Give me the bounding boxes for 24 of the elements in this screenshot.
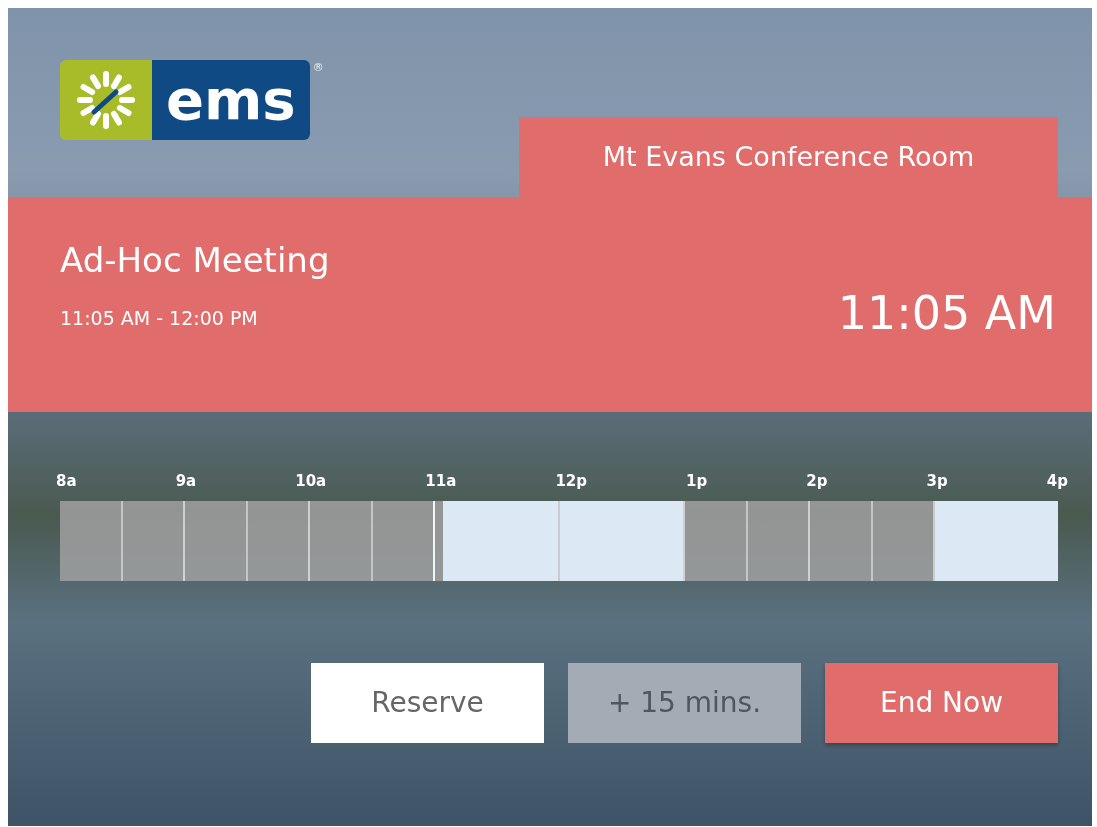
logo-sunburst-icon [60,60,152,140]
hour-label: 4p [1046,471,1068,492]
booked-slot[interactable] [808,500,933,581]
booked-slot[interactable] [683,500,808,581]
hour-label: 1p [686,471,708,492]
hour-label: 12p [555,471,587,492]
available-slot[interactable] [558,500,683,581]
booked-slot[interactable] [183,500,308,581]
action-button[interactable]: Reserve [311,662,544,743]
hour-label: 10a [295,471,327,492]
logo-wordmark: ems [152,60,310,140]
booked-slot[interactable] [308,500,433,581]
hour-label: 3p [926,471,948,492]
action-button[interactable]: End Now [825,662,1058,743]
meeting-title: Ad-Hoc Meeting [60,239,330,282]
hour-label: 9a [175,471,197,492]
registered-mark: ® [312,60,324,76]
available-slot[interactable] [933,500,1058,581]
hour-label: 2p [806,471,828,492]
hour-label: 11a [425,471,457,492]
booked-slot[interactable] [60,500,183,581]
hour-label: 8a [56,471,77,492]
current-time: 11:05 AM [837,285,1056,342]
meeting-time-range: 11:05 AM - 12:00 PM [60,306,259,331]
